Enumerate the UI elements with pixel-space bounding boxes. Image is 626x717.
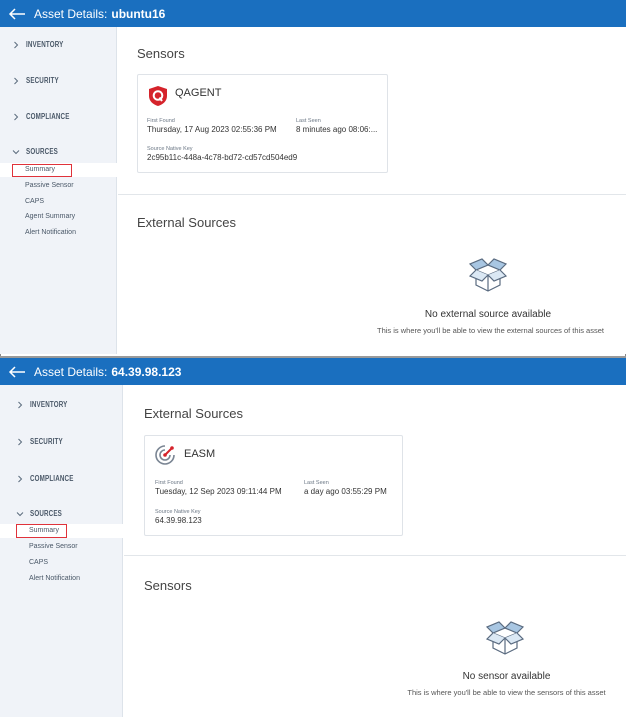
sidebar-item-caps[interactable]: CAPS bbox=[29, 559, 48, 566]
nav-section-label: SOURCES bbox=[26, 147, 58, 156]
section-divider bbox=[118, 194, 626, 195]
title-bar: Asset Details: ubuntu16 bbox=[0, 0, 626, 27]
title-bar: Asset Details: 64.39.98.123 bbox=[0, 358, 626, 385]
nav-section-compliance[interactable]: COMPLIANCE bbox=[12, 112, 82, 121]
easm-radar-icon bbox=[154, 444, 176, 471]
back-arrow-icon[interactable] bbox=[8, 7, 26, 20]
nav-section-label: INVENTORY bbox=[30, 400, 68, 409]
nav-section-label: SECURITY bbox=[30, 437, 63, 446]
sidebar-item-alert-notification[interactable]: Alert Notification bbox=[29, 575, 80, 582]
chevron-right-icon bbox=[16, 401, 24, 409]
section-title-external-sources: External Sources bbox=[144, 406, 243, 421]
chevron-right-icon bbox=[16, 438, 24, 446]
back-arrow-icon[interactable] bbox=[8, 365, 26, 378]
main-content: External Sources EASM First Found Tuesda… bbox=[124, 385, 626, 717]
source-card-qagent[interactable]: QAGENT First Found Thursday, 17 Aug 2023… bbox=[137, 74, 388, 173]
nav-section-label: INVENTORY bbox=[26, 40, 64, 49]
nav-section-inventory[interactable]: INVENTORY bbox=[16, 400, 78, 409]
chevron-right-icon bbox=[12, 77, 20, 85]
sidebar-item-caps[interactable]: CAPS bbox=[25, 198, 44, 205]
last-seen-value: 8 minutes ago 08:06:... bbox=[296, 125, 378, 134]
nav-section-label: SOURCES bbox=[30, 509, 62, 518]
nav-section-compliance[interactable]: COMPLIANCE bbox=[16, 474, 86, 483]
sidebar-item-summary[interactable]: Summary bbox=[25, 166, 55, 173]
nav-section-security[interactable]: SECURITY bbox=[12, 76, 68, 85]
main-content: Sensors QAGENT First Found Thursday, 17 … bbox=[118, 27, 626, 354]
source-native-key-label: Source Native Key bbox=[155, 509, 201, 515]
open-box-icon bbox=[484, 619, 526, 662]
chevron-right-icon bbox=[12, 113, 20, 121]
chevron-down-icon bbox=[16, 510, 24, 518]
asset-details-panel-ip: Asset Details: 64.39.98.123 INVENTORY SE… bbox=[0, 356, 626, 717]
empty-state-title: No external source available bbox=[424, 309, 552, 320]
first-found-label: First Found bbox=[147, 118, 175, 124]
nav-section-sources[interactable]: SOURCES bbox=[12, 147, 67, 156]
sidebar-item-passive-sensor[interactable]: Passive Sensor bbox=[25, 182, 74, 189]
first-found-value: Thursday, 17 Aug 2023 02:55:36 PM bbox=[147, 125, 277, 134]
nav-section-label: COMPLIANCE bbox=[30, 474, 74, 483]
nav-section-sources[interactable]: SOURCES bbox=[16, 509, 71, 518]
chevron-down-icon bbox=[12, 148, 20, 156]
asset-name: 64.39.98.123 bbox=[111, 364, 182, 379]
section-divider bbox=[124, 555, 626, 556]
asset-details-panel-ubuntu16: Asset Details: ubuntu16 INVENTORY SECURI… bbox=[0, 0, 626, 354]
sidebar-item-agent-summary[interactable]: Agent Summary bbox=[25, 213, 75, 220]
empty-state-subtitle: This is where you'll be able to view the… bbox=[377, 326, 604, 335]
first-found-label: First Found bbox=[155, 480, 183, 486]
source-native-key-value: 64.39.98.123 bbox=[155, 516, 202, 525]
title-label: Asset Details: bbox=[34, 6, 108, 21]
section-title-sensors: Sensors bbox=[137, 46, 185, 61]
title-label: Asset Details: bbox=[34, 364, 108, 379]
chevron-right-icon bbox=[16, 475, 24, 483]
nav-section-inventory[interactable]: INVENTORY bbox=[12, 40, 74, 49]
empty-state-subtitle: This is where you'll be able to view the… bbox=[407, 688, 606, 697]
source-name: QAGENT bbox=[175, 87, 222, 99]
open-box-icon bbox=[467, 256, 509, 299]
sidebar: INVENTORY SECURITY COMPLIANCE SOURCES Su… bbox=[0, 27, 117, 354]
last-seen-value: a day ago 03:55:29 PM bbox=[304, 487, 387, 496]
source-name: EASM bbox=[184, 448, 216, 460]
empty-state-title: No sensor available bbox=[462, 671, 551, 682]
chevron-right-icon bbox=[12, 41, 20, 49]
section-title-sensors: Sensors bbox=[144, 578, 192, 593]
source-native-key-value: 2c95b11c-448a-4c78-bd72-cd57cd504ed9 bbox=[147, 153, 298, 162]
nav-section-label: SECURITY bbox=[26, 76, 59, 85]
section-title-external-sources: External Sources bbox=[137, 215, 236, 230]
qualys-shield-icon bbox=[148, 85, 168, 112]
sidebar-item-passive-sensor[interactable]: Passive Sensor bbox=[29, 543, 78, 550]
nav-section-security[interactable]: SECURITY bbox=[16, 437, 72, 446]
last-seen-label: Last Seen bbox=[304, 480, 329, 486]
sidebar-item-alert-notification[interactable]: Alert Notification bbox=[25, 229, 76, 236]
nav-section-label: COMPLIANCE bbox=[26, 112, 70, 121]
first-found-value: Tuesday, 12 Sep 2023 09:11:44 PM bbox=[155, 487, 282, 496]
last-seen-label: Last Seen bbox=[296, 118, 321, 124]
asset-name: ubuntu16 bbox=[111, 6, 166, 21]
sidebar-item-summary[interactable]: Summary bbox=[29, 527, 59, 534]
source-native-key-label: Source Native Key bbox=[147, 146, 193, 152]
source-card-easm[interactable]: EASM First Found Tuesday, 12 Sep 2023 09… bbox=[144, 435, 403, 536]
sidebar: INVENTORY SECURITY COMPLIANCE SOURCES Su… bbox=[0, 385, 123, 717]
